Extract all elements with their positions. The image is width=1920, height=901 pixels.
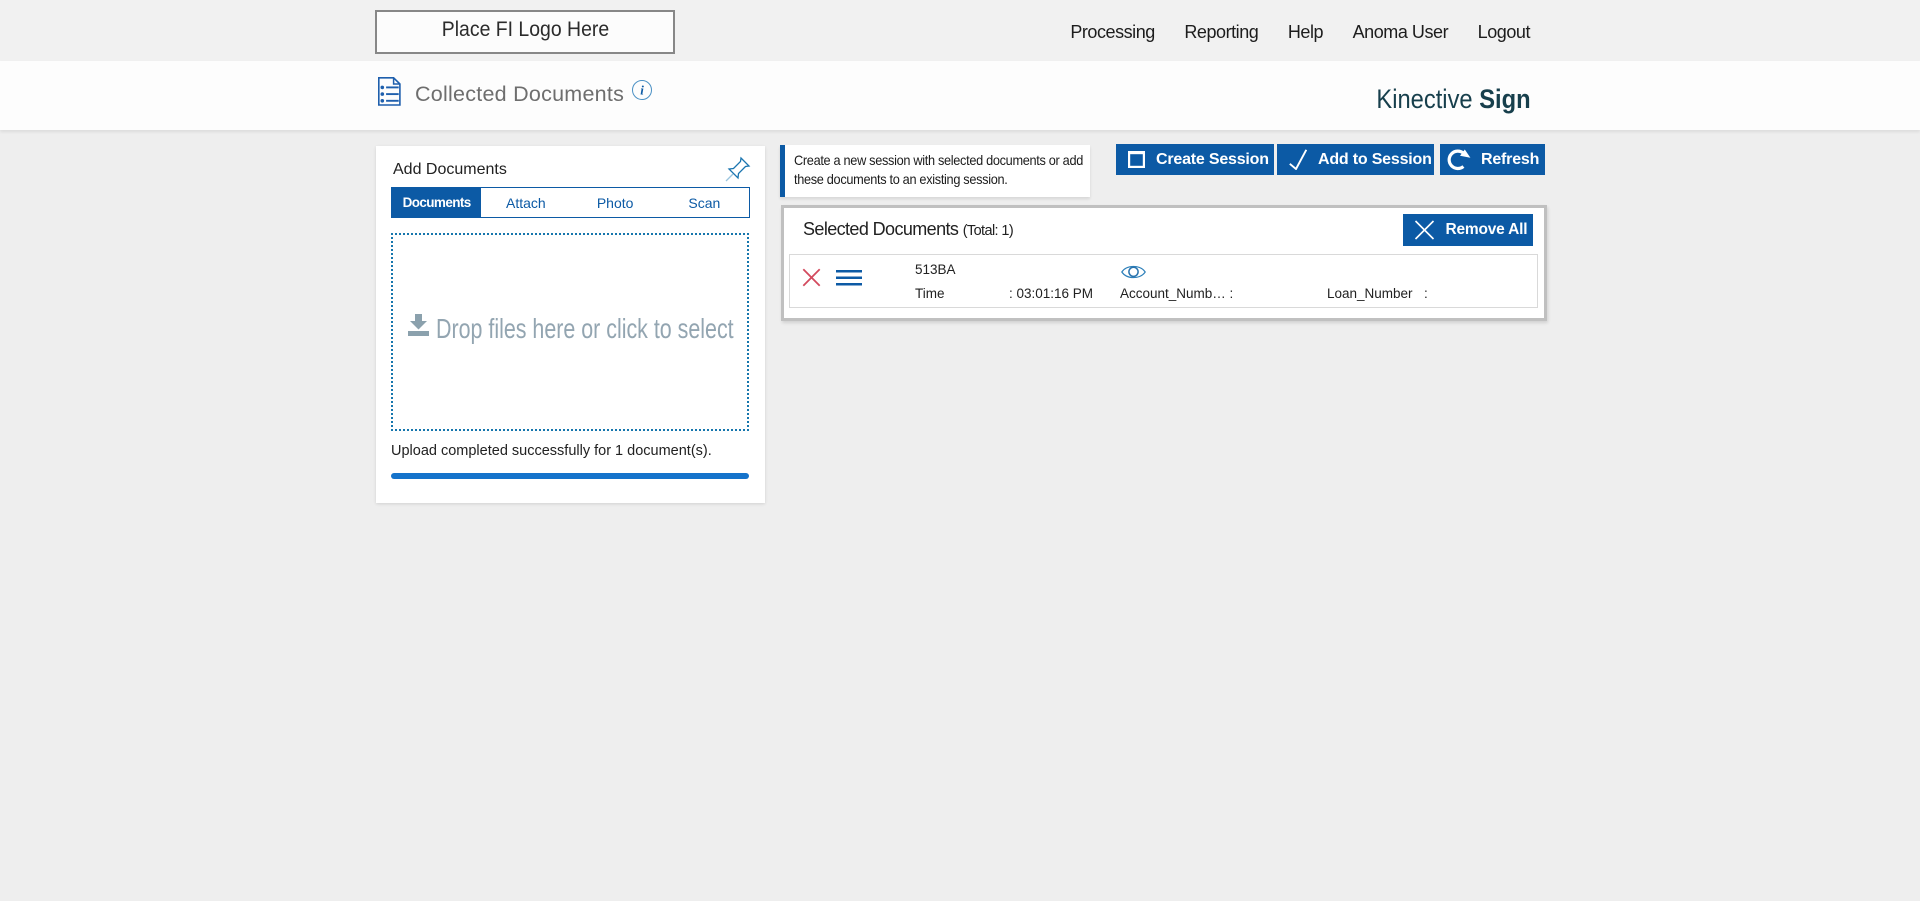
svg-text:i: i <box>640 83 644 98</box>
